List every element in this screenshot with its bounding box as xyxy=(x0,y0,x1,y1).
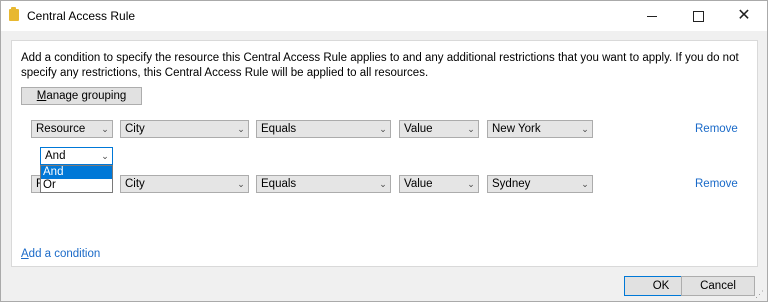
dialog-window: Central Access Rule ✕ Add a condition to… xyxy=(0,0,768,302)
chevron-down-icon: ⌄ xyxy=(467,123,475,134)
chevron-down-icon: ⌄ xyxy=(101,123,109,134)
option-or[interactable]: Or xyxy=(41,179,112,192)
manage-grouping-mnemonic: M xyxy=(36,90,47,102)
description-text: Add a condition to specify the resource … xyxy=(21,52,739,79)
value-dropdown-2[interactable]: Sydney ⌄ xyxy=(487,175,593,193)
connector-options-list: And Or xyxy=(40,165,113,193)
window-title: Central Access Rule xyxy=(27,9,136,23)
remove-link-2[interactable]: Remove xyxy=(695,178,738,190)
chevron-down-icon: ⌄ xyxy=(237,178,245,189)
chevron-down-icon: ⌄ xyxy=(467,178,475,189)
operator-dropdown-1[interactable]: Equals ⌄ xyxy=(256,120,391,138)
close-icon: ✕ xyxy=(737,7,751,24)
chevron-down-icon: ⌄ xyxy=(581,123,589,134)
minimize-button[interactable] xyxy=(629,1,675,31)
manage-grouping-button[interactable]: Manage grouping xyxy=(21,87,142,105)
connector-dropdown[interactable]: And ⌄ xyxy=(40,147,113,165)
maximize-icon xyxy=(692,10,704,22)
minimize-icon xyxy=(647,15,657,17)
manage-grouping-label: anage grouping xyxy=(46,90,127,102)
add-condition-label: dd a condition xyxy=(28,248,101,260)
add-condition-link[interactable]: Add a condition xyxy=(21,248,100,260)
chevron-down-icon: ⌄ xyxy=(101,150,109,161)
remove-link-1[interactable]: Remove xyxy=(695,123,738,135)
chevron-down-icon: ⌄ xyxy=(379,178,387,189)
chevron-down-icon: ⌄ xyxy=(581,178,589,189)
value-type-dropdown-2[interactable]: Value ⌄ xyxy=(399,175,479,193)
value-type-dropdown-1[interactable]: Value ⌄ xyxy=(399,120,479,138)
resize-grip-icon[interactable]: ⋰ xyxy=(755,290,765,300)
attribute-dropdown-1[interactable]: City ⌄ xyxy=(120,120,249,138)
attribute-dropdown-2[interactable]: City ⌄ xyxy=(120,175,249,193)
folder-icon xyxy=(9,7,19,21)
close-button[interactable]: ✕ xyxy=(721,1,767,31)
chevron-down-icon: ⌄ xyxy=(237,123,245,134)
scope-dropdown-1[interactable]: Resource ⌄ xyxy=(31,120,113,138)
chevron-down-icon: ⌄ xyxy=(379,123,387,134)
title-bar: Central Access Rule ✕ xyxy=(1,1,767,31)
operator-dropdown-2[interactable]: Equals ⌄ xyxy=(256,175,391,193)
option-and[interactable]: And xyxy=(41,166,112,179)
value-dropdown-1[interactable]: New York ⌄ xyxy=(487,120,593,138)
conditions-panel: Add a condition to specify the resource … xyxy=(11,40,758,267)
cancel-button[interactable]: Cancel xyxy=(681,276,755,296)
maximize-button[interactable] xyxy=(675,1,721,31)
add-condition-mnemonic: A xyxy=(21,248,29,260)
